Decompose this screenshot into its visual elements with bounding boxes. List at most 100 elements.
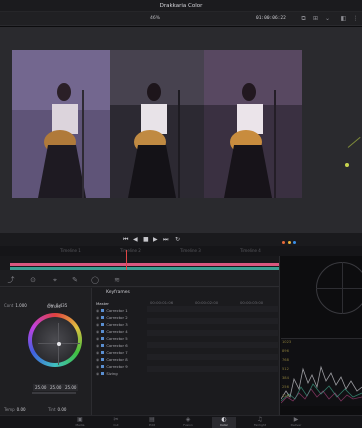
layer-row[interactable]: ◉ Corrector 9 xyxy=(96,364,146,370)
visibility-icon[interactable]: ◉ xyxy=(96,308,99,313)
temp-param[interactable]: Temp 0.00 xyxy=(4,407,26,412)
blur-icon[interactable]: ≋ xyxy=(112,275,122,285)
waveform-trace xyxy=(280,365,362,404)
tab-color[interactable]: ◐ Color xyxy=(212,417,236,428)
tab-fairlight[interactable]: ♫ Fairlight xyxy=(248,417,272,428)
blue-value[interactable]: 25.00 xyxy=(63,384,79,391)
clip-frame-2 xyxy=(110,50,204,198)
layer-label: Corrector 6 xyxy=(106,343,128,348)
wheel-slider[interactable] xyxy=(32,392,76,394)
layer-swatch xyxy=(101,316,105,319)
reverse-icon[interactable]: ◀ xyxy=(133,236,138,243)
play-icon[interactable]: ▶ xyxy=(153,236,158,243)
timeline-label: Timeline 2 xyxy=(120,248,141,253)
layer-row[interactable]: ◉ Corrector 6 xyxy=(96,343,146,349)
green-value[interactable]: 25.00 xyxy=(48,384,64,391)
layer-row[interactable]: ◉ Corrector 7 xyxy=(96,350,146,356)
qualifier-icon[interactable]: ✎ xyxy=(70,275,80,285)
layer-swatch xyxy=(101,337,105,340)
column-header: 00:00:02:00 xyxy=(195,300,219,305)
layer-swatch xyxy=(101,344,105,347)
tint-param[interactable]: Tint 0.00 xyxy=(48,407,66,412)
wheel-center[interactable] xyxy=(32,317,80,365)
waveform-scale-label: 512 xyxy=(282,367,289,371)
layer-swatch xyxy=(101,309,105,312)
skip-forward-icon[interactable]: ⏭ xyxy=(163,236,168,244)
visibility-icon[interactable]: ◉ xyxy=(96,336,99,341)
wheels-icon[interactable]: ⊙ xyxy=(28,275,38,285)
red-value[interactable]: 25.00 xyxy=(33,384,49,391)
visibility-icon[interactable]: ◉ xyxy=(96,322,99,327)
loop-icon[interactable]: ↻ xyxy=(175,236,180,243)
offset-wheel[interactable] xyxy=(28,313,82,367)
layer-row[interactable]: ◉ Corrector 3 xyxy=(96,322,146,328)
wheel-label: Offset xyxy=(47,305,61,310)
split-screen-icon[interactable]: ◧ xyxy=(340,15,347,22)
visibility-icon[interactable]: ◉ xyxy=(96,350,99,355)
tab-label: Color xyxy=(220,423,228,427)
viewer-options-icon[interactable]: ⧉ xyxy=(300,15,307,22)
playhead[interactable] xyxy=(126,250,127,270)
curves-icon[interactable]: ⤴ xyxy=(6,275,16,285)
performer-image-2 xyxy=(110,50,204,198)
zoom-select[interactable]: 46% xyxy=(150,16,160,21)
waveform-scale-label: 896 xyxy=(282,349,289,353)
status-dot-blue xyxy=(293,241,297,244)
layer-label: Corrector 7 xyxy=(106,350,128,355)
layer-label: Corrector 5 xyxy=(106,336,128,341)
node-output[interactable] xyxy=(345,163,349,167)
layer-label: Corrector 8 xyxy=(106,357,128,362)
window-icon[interactable]: ◯ xyxy=(90,275,100,285)
layer-row[interactable]: ◉ Corrector 5 xyxy=(96,336,146,342)
tab-edit[interactable]: ▤ Edit xyxy=(140,417,164,428)
stop-icon[interactable]: ■ xyxy=(143,236,149,243)
viewer[interactable] xyxy=(0,27,362,232)
keyframe-grid[interactable] xyxy=(147,300,278,375)
layer-swatch xyxy=(101,372,105,375)
column-header: 00:00:01:06 xyxy=(150,300,174,305)
visibility-icon[interactable]: ◉ xyxy=(96,364,99,369)
layer-row[interactable]: ◉ Corrector 1 xyxy=(96,308,146,314)
timeline-labels: Timeline 1 Timeline 2 Timeline 3 Timelin… xyxy=(0,246,362,256)
picker-icon[interactable]: ⌖ xyxy=(50,275,60,285)
tab-label: Fairlight xyxy=(253,423,266,427)
clip-frame-1 xyxy=(12,50,110,198)
grid-icon[interactable]: ⊞ xyxy=(312,15,319,22)
tab-label: Media xyxy=(75,423,85,427)
visibility-icon[interactable]: ◉ xyxy=(96,329,99,334)
contrast-param[interactable]: Cont 1.000 xyxy=(4,303,27,308)
visibility-icon[interactable]: ◉ xyxy=(96,357,99,362)
viewer-toolbar: 46% 01:00:06:22 ⧉ ⊞ ⌄ ◧ ⋮ xyxy=(0,12,362,26)
transport-controls: ⏮ ◀ ■ ▶ ⏭ ↻ xyxy=(0,232,362,246)
wheel-handle[interactable] xyxy=(57,342,61,346)
skip-back-icon[interactable]: ⏮ xyxy=(123,236,128,244)
waveform-scale-label: 1023 xyxy=(282,340,292,344)
waveform-scope xyxy=(280,338,362,406)
palette-toolbar: ⤴ ⊙ ⌖ ✎ ◯ ≋ ⚙ xyxy=(0,273,280,301)
master-row[interactable]: Master xyxy=(96,301,146,307)
layer-row[interactable]: ◉ Corrector 4 xyxy=(96,329,146,335)
waveform-scale-label: 384 xyxy=(282,376,289,380)
column-header: 00:00:03:00 xyxy=(240,300,264,305)
visibility-icon[interactable]: ◉ xyxy=(96,371,99,376)
more-icon[interactable]: ⋮ xyxy=(352,15,359,22)
tab-media[interactable]: ▣ Media xyxy=(68,417,92,428)
layer-label: Corrector 3 xyxy=(106,322,128,327)
layer-swatch xyxy=(101,358,105,361)
layer-row[interactable]: ◉ Corrector 2 xyxy=(96,315,146,321)
layer-row[interactable]: ◉ Corrector 8 xyxy=(96,357,146,363)
vectorscope-axis xyxy=(342,262,343,314)
visibility-icon[interactable]: ◉ xyxy=(96,315,99,320)
visibility-icon[interactable]: ◉ xyxy=(96,343,99,348)
app-title: Drakkaria Color xyxy=(159,3,203,9)
tab-deliver[interactable]: ▶ Deliver xyxy=(284,417,308,428)
dropdown-icon[interactable]: ⌄ xyxy=(324,15,331,22)
keyframes-title: Keyframes xyxy=(106,290,130,295)
layer-label: Corrector 4 xyxy=(106,329,128,334)
tab-fusion[interactable]: ◈ Fusion xyxy=(176,417,200,428)
tab-cut[interactable]: ✂ Cut xyxy=(104,417,128,428)
waveform-scale-label: 128 xyxy=(282,394,289,398)
clip-frame-3 xyxy=(204,50,302,198)
layer-swatch xyxy=(101,323,105,326)
layer-row[interactable]: ◉ Sizing xyxy=(96,371,146,377)
